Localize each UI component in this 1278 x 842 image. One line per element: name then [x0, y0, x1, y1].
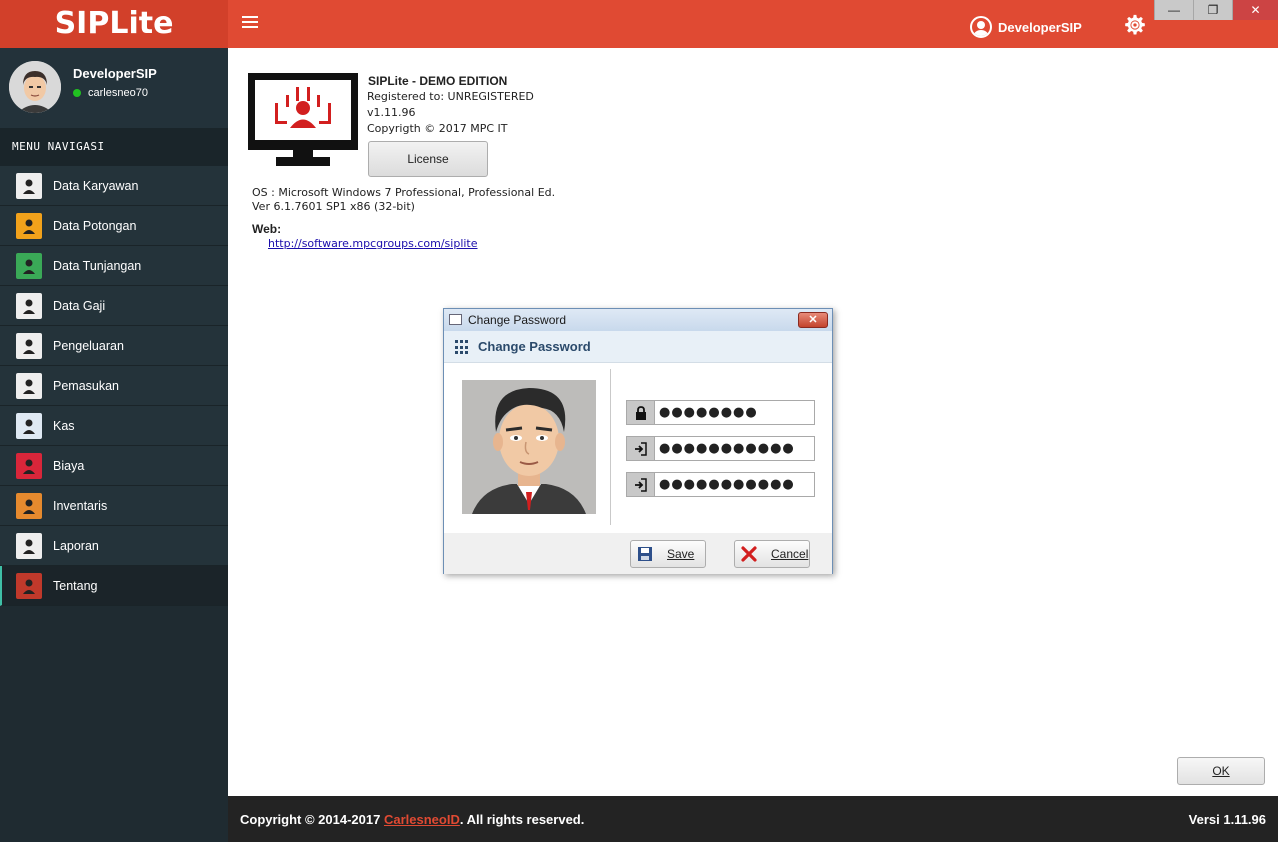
calculator-icon	[16, 252, 42, 279]
money-in-icon	[16, 372, 42, 399]
sidebar-item-label: Data Karyawan	[53, 178, 139, 193]
sidebar-item-kas[interactable]: Kas	[0, 406, 228, 446]
dialog-separator	[610, 369, 611, 525]
window-controls: — ❐ ✕	[1154, 0, 1278, 20]
sidebar: DeveloperSIP carlesneo70 MENU NAVIGASI D…	[0, 48, 228, 842]
new-password-value: ●●●●●●●●●●●	[659, 441, 795, 456]
footer: Copyright © 2014-2017 CarlesneoID. All r…	[228, 796, 1278, 842]
gear-icon[interactable]	[1124, 14, 1146, 36]
web-label: Web:	[252, 222, 282, 236]
sidebar-item-tentang[interactable]: Tentang	[0, 566, 228, 606]
web-link[interactable]: http://software.mpcgroups.com/siplite	[268, 237, 478, 250]
os-info: OS : Microsoft Windows 7 Professional, P…	[252, 186, 556, 199]
sidebar-item-laporan[interactable]: Laporan	[0, 526, 228, 566]
footer-copyright: Copyright © 2014-2017 CarlesneoID. All r…	[240, 812, 584, 827]
footer-author-link[interactable]: CarlesneoID	[384, 812, 460, 827]
cancel-label: Cancel	[771, 547, 809, 561]
new-password-field[interactable]: ●●●●●●●●●●●	[626, 436, 815, 461]
money-bag-icon	[16, 212, 42, 239]
salary-person-icon	[16, 292, 42, 319]
monitor-logo-icon	[248, 73, 358, 166]
sidebar-item-data-tunjangan[interactable]: Data Tunjangan	[0, 246, 228, 286]
dialog-window-title: Change Password	[468, 313, 567, 327]
change-password-dialog: Change Password ✕ Change Password ●●●●●●…	[443, 308, 833, 574]
sidebar-item-pemasukan[interactable]: Pemasukan	[0, 366, 228, 406]
close-window-button[interactable]: ✕	[1232, 0, 1278, 20]
dialog-titlebar[interactable]: Change Password	[444, 309, 832, 331]
user-photo	[462, 380, 596, 514]
sidebar-item-label: Inventaris	[53, 498, 108, 513]
maximize-button[interactable]: ❐	[1193, 0, 1232, 20]
confirm-password-field[interactable]: ●●●●●●●●●●●	[626, 472, 815, 497]
save-button[interactable]: Save	[630, 540, 706, 568]
login-arrow-icon	[627, 437, 655, 460]
version-text: v1.11.96	[367, 106, 416, 119]
dialog-footer: Save Cancel	[444, 533, 832, 574]
app-brand: SIPLite	[0, 0, 228, 48]
profile-name: DeveloperSIP	[73, 66, 157, 81]
footer-copyright-text: Copyright © 2014-2017	[240, 812, 384, 827]
login-arrow-icon	[627, 473, 655, 496]
menu-heading: MENU NAVIGASI	[0, 128, 228, 166]
window-app-icon	[449, 314, 462, 325]
save-label: Save	[667, 547, 695, 561]
sidebar-item-label: Data Gaji	[53, 298, 106, 313]
nav-menu: Data Karyawan Data Potongan Data Tunjangan…	[0, 166, 228, 606]
top-username: DeveloperSIP	[998, 19, 1082, 35]
dialog-header: Change Password	[444, 331, 832, 363]
license-button[interactable]: License	[368, 141, 488, 177]
boxes-icon	[16, 492, 42, 519]
sidebar-item-label: Pemasukan	[53, 378, 120, 393]
sidebar-item-label: Laporan	[53, 538, 99, 553]
grid-icon	[455, 340, 470, 355]
sidebar-item-label: Biaya	[53, 458, 85, 473]
user-profile: DeveloperSIP carlesneo70	[0, 48, 228, 128]
hamburger-icon[interactable]	[242, 16, 258, 30]
user-menu[interactable]: DeveloperSIP	[970, 16, 1082, 38]
report-icon	[16, 532, 42, 559]
cost-hand-icon	[16, 452, 42, 479]
sidebar-item-label: Pengeluaran	[53, 338, 124, 353]
sidebar-item-biaya[interactable]: Biaya	[0, 446, 228, 486]
sidebar-item-label: Kas	[53, 418, 75, 433]
user-circle-icon	[970, 16, 992, 38]
sidebar-item-label: Data Tunjangan	[53, 258, 142, 273]
top-bar: DeveloperSIP — ❐ ✕	[228, 0, 1278, 48]
cash-register-icon	[16, 412, 42, 439]
minimize-button[interactable]: —	[1154, 0, 1193, 20]
dialog-header-title: Change Password	[478, 339, 591, 354]
sidebar-item-label: Data Potongan	[53, 218, 137, 233]
profile-username: carlesneo70	[88, 87, 148, 99]
current-password-value: ●●●●●●●●	[659, 405, 758, 420]
footer-rights-text: . All rights reserved.	[459, 812, 585, 827]
info-icon	[16, 572, 42, 599]
online-status-icon	[73, 89, 81, 97]
sidebar-item-data-gaji[interactable]: Data Gaji	[0, 286, 228, 326]
floppy-disk-icon	[638, 547, 652, 561]
sidebar-item-data-karyawan[interactable]: Data Karyawan	[0, 166, 228, 206]
copyright-text: Copyrigth © 2017 MPC IT	[367, 122, 508, 135]
ok-button[interactable]: OK	[1177, 757, 1265, 785]
money-out-icon	[16, 332, 42, 359]
sidebar-item-label: Tentang	[53, 578, 98, 593]
confirm-password-value: ●●●●●●●●●●●	[659, 477, 795, 492]
profile-status: carlesneo70	[73, 87, 148, 99]
os-version: Ver 6.1.7601 SP1 x86 (32-bit)	[252, 200, 415, 213]
cancel-button[interactable]: Cancel	[734, 540, 810, 568]
lock-icon	[627, 401, 655, 424]
sidebar-item-inventaris[interactable]: Inventaris	[0, 486, 228, 526]
people-icon	[16, 172, 42, 199]
avatar	[9, 61, 61, 113]
current-password-field[interactable]: ●●●●●●●●	[626, 400, 815, 425]
footer-version: Versi 1.11.96	[1188, 812, 1266, 827]
red-x-icon	[741, 546, 757, 562]
sidebar-item-data-potongan[interactable]: Data Potongan	[0, 206, 228, 246]
about-title: SIPLite - DEMO EDITION	[368, 74, 508, 88]
dialog-close-button[interactable]: ✕	[798, 312, 828, 328]
sidebar-item-pengeluaran[interactable]: Pengeluaran	[0, 326, 228, 366]
registered-to: Registered to: UNREGISTERED	[367, 90, 534, 103]
